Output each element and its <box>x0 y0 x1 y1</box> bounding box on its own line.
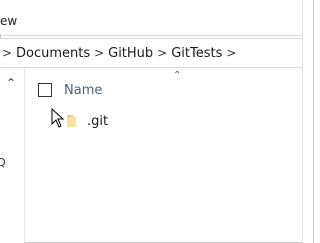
ribbon-view-tab[interactable]: ew <box>0 14 17 28</box>
breadcrumb-chevron-icon[interactable]: > <box>224 46 238 60</box>
ribbon: ew <box>0 0 302 34</box>
mouse-pointer-icon <box>51 108 65 128</box>
sort-ascending-icon: ⌃ <box>173 70 182 81</box>
nav-scroll-up-icon[interactable]: ⌃ <box>6 76 16 90</box>
address-bar[interactable]: > Documents > GitHub > GitTests > <box>0 38 302 68</box>
breadcrumb-chevron-icon[interactable]: > <box>0 46 14 60</box>
file-list: ⌃ Name .git <box>25 68 302 243</box>
breadcrumb-chevron-icon[interactable]: > <box>92 46 106 60</box>
breadcrumb-github[interactable]: GitHub <box>106 46 155 61</box>
breadcrumb-chevron-icon[interactable]: > <box>155 46 169 60</box>
navigation-pane: ⌃ Q <box>0 68 25 243</box>
select-all-checkbox[interactable] <box>38 83 52 97</box>
window-scrollbar[interactable] <box>302 0 313 243</box>
file-name: .git <box>87 113 109 129</box>
column-header: Name <box>38 80 102 100</box>
folder-icon <box>67 115 81 127</box>
breadcrumb-documents[interactable]: Documents <box>14 46 92 61</box>
breadcrumb-gittests[interactable]: GitTests <box>169 46 224 61</box>
nav-item-partial-label[interactable]: Q <box>0 156 6 169</box>
ribbon-divider <box>0 35 302 36</box>
column-name-header[interactable]: Name <box>64 83 102 98</box>
